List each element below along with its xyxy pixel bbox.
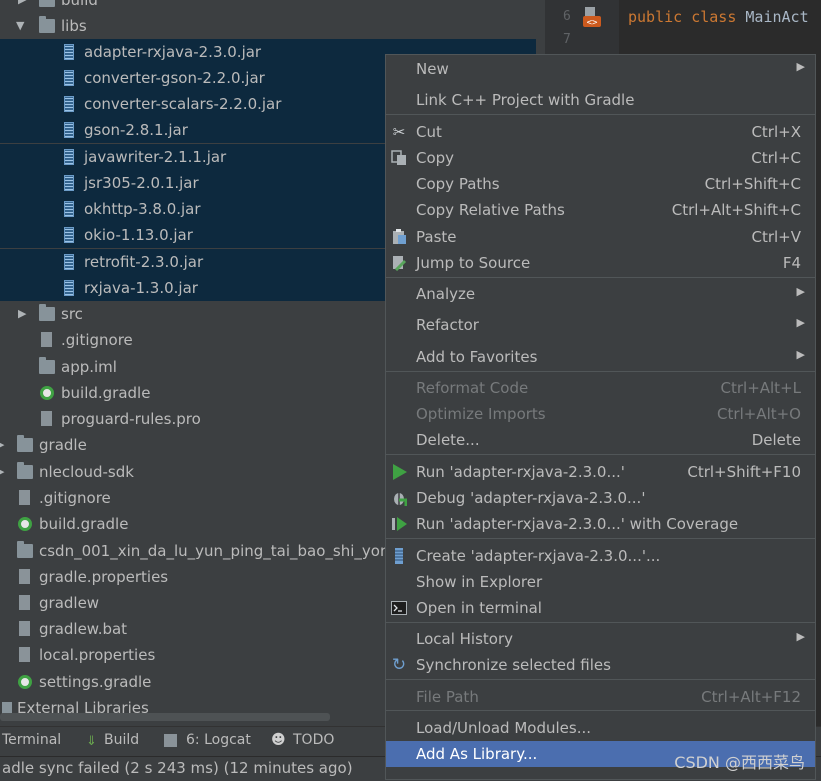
menu-item-file-path[interactable]: File Path Ctrl+Alt+F12 <box>386 684 815 710</box>
gradle-icon <box>18 675 32 689</box>
jar-icon <box>64 96 74 112</box>
menu-item-optimize-imports[interactable]: Optimize Imports Ctrl+Alt+O <box>386 401 815 427</box>
menu-item-new[interactable]: New ▶ <box>386 56 815 82</box>
menu-item-cut[interactable]: ✂ Cut Ctrl+X <box>386 119 815 145</box>
gradle-icon <box>40 386 54 400</box>
build-hammer-icon: ⇓ <box>86 734 97 749</box>
file-icon <box>19 490 30 505</box>
folder-icon <box>39 0 55 7</box>
menu-item-add-to-favorites[interactable]: Add to Favorites ▶ <box>386 344 815 370</box>
sync-icon: ↻ <box>391 655 407 675</box>
folder-icon <box>39 304 55 321</box>
logcat-icon <box>164 734 177 747</box>
module-file-icon <box>17 541 33 558</box>
file-icon <box>19 595 30 610</box>
tool-window-terminal[interactable]: Terminal <box>2 732 61 748</box>
tree-horizontal-scrollbar[interactable] <box>0 713 330 721</box>
java-class-icon[interactable]: <> <box>581 6 603 28</box>
menu-item-reformat-code[interactable]: Reformat Code Ctrl+Alt+L <box>386 375 815 401</box>
menu-item-run[interactable]: Run 'adapter-rxjava-2.3.0...' Ctrl+Shift+… <box>386 459 815 485</box>
menu-item-copy[interactable]: Copy Ctrl+C <box>386 145 815 171</box>
collapsed-arrow-icon[interactable]: ▶ <box>18 301 26 327</box>
watermark: CSDN @西西菜鸟 <box>674 753 805 772</box>
collapsed-arrow-icon[interactable]: ▶ <box>0 459 4 485</box>
properties-icon <box>19 569 30 584</box>
menu-item-refactor[interactable]: Refactor ▶ <box>386 312 815 338</box>
jar-icon <box>64 254 74 270</box>
collapsed-arrow-icon[interactable]: ▶ <box>0 432 4 458</box>
expanded-arrow-icon[interactable]: ▼ <box>16 13 24 39</box>
menu-item-link-cpp[interactable]: Link C++ Project with Gradle <box>386 87 815 113</box>
create-configuration-icon <box>391 548 407 564</box>
jump-to-source-icon <box>391 255 407 272</box>
context-menu: New ▶ Link C++ Project with Gradle ✂ Cut Ct… <box>385 54 816 780</box>
menu-separator <box>386 277 815 278</box>
menu-item-copy-paths[interactable]: Copy Paths Ctrl+Shift+C <box>386 171 815 197</box>
menu-separator <box>386 710 815 711</box>
file-icon <box>41 332 52 347</box>
svg-text:<>: <> <box>587 18 598 28</box>
terminal-icon <box>391 600 407 616</box>
menu-separator <box>386 371 815 372</box>
jar-icon <box>64 149 74 165</box>
paste-icon <box>391 229 407 245</box>
collapsed-arrow-icon[interactable]: ▶ <box>18 0 26 13</box>
menu-item-jump-to-source[interactable]: Jump to Source F4 <box>386 250 815 276</box>
menu-item-create-configuration[interactable]: Create 'adapter-rxjava-2.3.0...'... <box>386 543 815 569</box>
jar-icon <box>64 227 74 243</box>
status-message[interactable]: adle sync failed (2 s 243 ms) (12 minute… <box>2 759 353 777</box>
tool-window-build[interactable]: Build <box>104 732 139 748</box>
scissors-icon: ✂ <box>392 123 406 141</box>
submenu-arrow-icon: ▶ <box>796 630 805 643</box>
menu-separator <box>386 454 815 455</box>
menu-separator <box>386 538 815 539</box>
code-line: public class MainAct <box>628 8 809 26</box>
coverage-icon <box>391 516 407 532</box>
folder-icon <box>17 435 33 452</box>
menu-item-show-in-explorer[interactable]: Show in Explorer <box>386 569 815 595</box>
jar-icon <box>64 175 74 191</box>
tree-item-build[interactable]: ▶ build <box>0 0 536 13</box>
gradle-icon <box>18 517 32 531</box>
module-folder-icon <box>17 462 33 479</box>
copy-icon <box>391 150 407 166</box>
menu-item-open-in-terminal[interactable]: Open in terminal <box>386 595 815 621</box>
submenu-arrow-icon: ▶ <box>796 348 805 361</box>
menu-item-run-with-coverage[interactable]: Run 'adapter-rxjava-2.3.0...' with Cover… <box>386 511 815 537</box>
menu-item-copy-relative-paths[interactable]: Copy Relative Paths Ctrl+Alt+Shift+C <box>386 197 815 223</box>
module-file-icon <box>39 357 55 374</box>
jar-icon <box>64 201 74 217</box>
jar-icon <box>64 44 74 60</box>
debug-icon <box>391 490 408 506</box>
menu-item-analyze[interactable]: Analyze ▶ <box>386 281 815 307</box>
tool-window-todo[interactable]: TODO <box>293 732 334 748</box>
submenu-arrow-icon: ▶ <box>796 60 805 73</box>
properties-icon <box>19 647 30 662</box>
menu-separator <box>386 622 815 623</box>
run-icon <box>391 464 407 480</box>
menu-item-delete[interactable]: Delete... Delete <box>386 427 815 453</box>
submenu-arrow-icon: ▶ <box>796 285 805 298</box>
file-icon <box>41 411 52 426</box>
file-icon <box>19 621 30 636</box>
menu-item-load-unload-modules[interactable]: Load/Unload Modules... <box>386 715 815 741</box>
menu-item-local-history[interactable]: Local History ▶ <box>386 626 815 652</box>
menu-separator <box>386 679 815 680</box>
menu-item-paste[interactable]: Paste Ctrl+V <box>386 224 815 250</box>
jar-icon <box>64 70 74 86</box>
jar-icon <box>64 280 74 296</box>
menu-item-debug[interactable]: Debug 'adapter-rxjava-2.3.0...' <box>386 485 815 511</box>
todo-icon: ☻ <box>271 732 286 748</box>
tool-window-logcat[interactable]: 6: Logcat <box>186 732 251 748</box>
tree-item-libs[interactable]: ▼ libs <box>0 13 536 39</box>
jar-icon <box>64 122 74 138</box>
submenu-arrow-icon: ▶ <box>796 316 805 329</box>
menu-separator <box>386 114 815 115</box>
menu-item-synchronize[interactable]: ↻ Synchronize selected files <box>386 652 815 678</box>
folder-icon <box>39 16 55 33</box>
